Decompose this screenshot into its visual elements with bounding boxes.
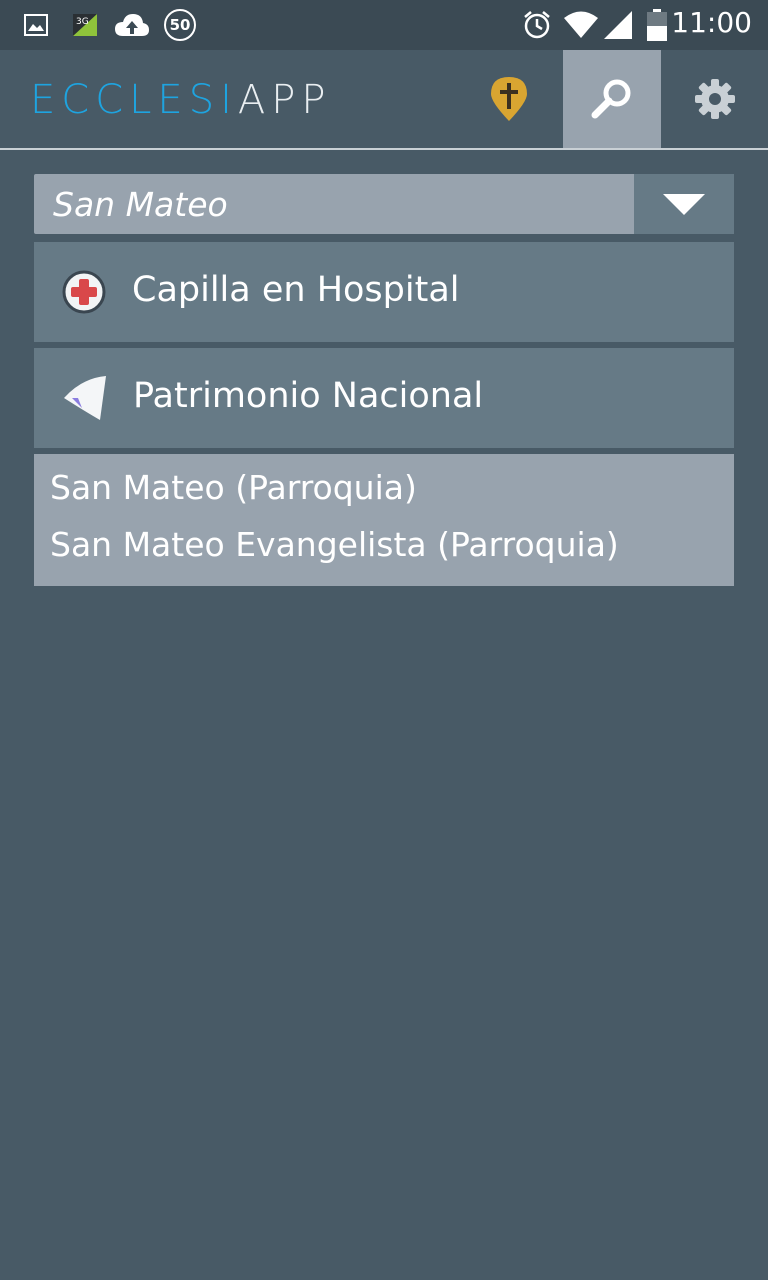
map-pin-cross-icon xyxy=(491,77,527,121)
filter-hospital-chapel[interactable]: Capilla en Hospital xyxy=(34,242,734,342)
alarm-icon xyxy=(524,11,550,39)
settings-button[interactable] xyxy=(666,50,764,148)
dropdown-selected-value: San Mateo xyxy=(53,185,228,224)
list-item[interactable]: San Mateo Evangelista (Parroquia) xyxy=(50,525,619,564)
app-bar: ECCLESIAPP xyxy=(0,50,768,150)
app-logo: ECCLESIAPP xyxy=(30,77,332,123)
svg-text:3G: 3G xyxy=(76,17,89,27)
hospital-cross-icon xyxy=(62,270,106,314)
chevron-down-icon xyxy=(663,194,705,215)
search-icon xyxy=(591,79,631,119)
battery-icon xyxy=(647,9,667,41)
wifi-icon xyxy=(564,11,598,38)
logo-text-app: APP xyxy=(237,77,332,123)
filter-national-heritage[interactable]: Patrimonio Nacional xyxy=(34,348,734,448)
cloud-upload-icon xyxy=(115,14,149,36)
badge-count: 50 xyxy=(169,16,191,34)
results-list: San Mateo (Parroquia) San Mateo Evangeli… xyxy=(34,454,734,586)
gear-icon xyxy=(695,79,735,119)
search-button[interactable] xyxy=(563,50,661,148)
cell-signal-icon xyxy=(604,11,632,39)
badge-50-icon: 50 xyxy=(164,9,196,41)
map-button[interactable] xyxy=(460,50,558,148)
dropdown-toggle[interactable] xyxy=(634,174,734,234)
search-dropdown[interactable]: San Mateo xyxy=(34,174,734,234)
clock: 11:00 xyxy=(671,6,752,39)
filter-label: Capilla en Hospital xyxy=(132,270,460,310)
image-icon xyxy=(24,14,48,36)
3g-signal-icon: 3G xyxy=(73,14,97,36)
status-bar: 3G 50 11:00 xyxy=(0,0,768,50)
list-item[interactable]: San Mateo (Parroquia) xyxy=(50,468,417,507)
logo-text-ecclesi: ECCLESI xyxy=(30,77,238,123)
heritage-flag-icon xyxy=(64,376,106,420)
filter-label: Patrimonio Nacional xyxy=(133,376,484,416)
